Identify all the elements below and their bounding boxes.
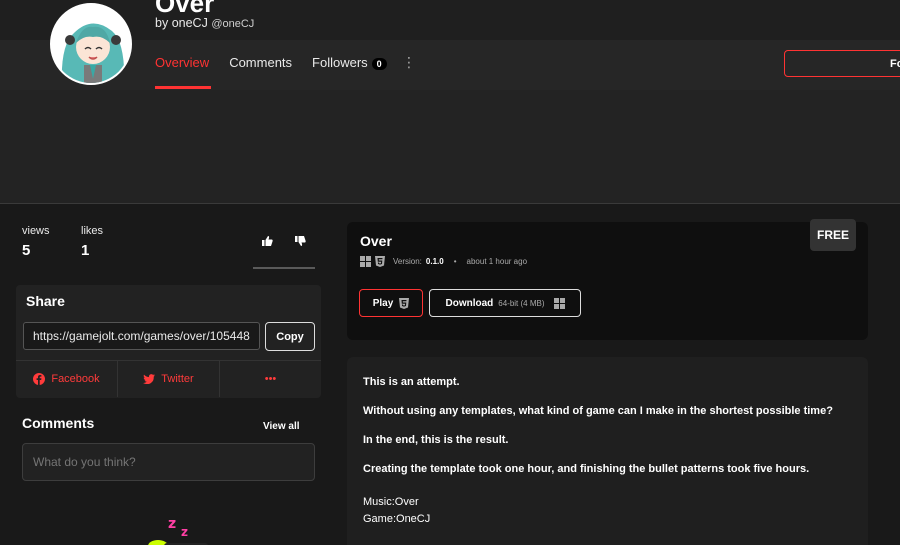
copy-button[interactable]: Copy xyxy=(265,322,315,351)
description-paragraph: Without using any templates, what kind o… xyxy=(363,405,833,417)
share-links: Facebook Twitter ••• xyxy=(16,360,321,397)
author-name-link[interactable]: oneCJ xyxy=(172,16,208,30)
more-share-button[interactable]: ••• xyxy=(220,361,321,397)
twitter-label: Twitter xyxy=(161,373,194,385)
facebook-icon xyxy=(33,373,46,385)
download-label: Download xyxy=(445,297,494,309)
author-byline: by oneCJ @oneCJ xyxy=(155,16,254,30)
sidebar: views 5 likes 1 Share Copy Facebook Twit… xyxy=(0,205,330,545)
description-paragraph: Creating the template took one hour, and… xyxy=(363,463,810,475)
share-title: Share xyxy=(26,293,65,309)
avatar[interactable] xyxy=(50,3,132,85)
facebook-label: Facebook xyxy=(51,373,100,385)
credit-line: Music:Over xyxy=(363,496,419,508)
facebook-share-button[interactable]: Facebook xyxy=(16,361,118,397)
views-label: views xyxy=(22,225,50,237)
download-info: 64-bit (4 MB) xyxy=(498,298,545,308)
html5-icon xyxy=(399,297,410,309)
price-badge: FREE xyxy=(810,219,856,251)
svg-text:z: z xyxy=(168,516,176,532)
game-description: This is an attempt. Without using any te… xyxy=(347,357,868,545)
tab-followers-label: Followers xyxy=(312,55,368,70)
rating-bar xyxy=(253,267,315,269)
twitter-icon xyxy=(143,374,156,384)
author-handle[interactable]: @oneCJ xyxy=(211,18,254,30)
play-button[interactable]: Play xyxy=(359,289,423,317)
version-label: Version: xyxy=(393,257,422,266)
html5-icon xyxy=(375,256,385,267)
ellipsis-icon: ••• xyxy=(264,373,277,385)
twitter-share-button[interactable]: Twitter xyxy=(118,361,220,397)
windows-icon xyxy=(553,297,565,309)
follow-button[interactable]: Fo xyxy=(784,50,900,77)
tab-followers[interactable]: Followers 0 xyxy=(312,55,387,70)
by-prefix: by xyxy=(155,16,169,30)
meta-separator: • xyxy=(453,257,457,266)
active-tab-indicator xyxy=(155,86,211,89)
game-card-title: Over xyxy=(360,233,392,249)
comments-title: Comments xyxy=(22,415,95,431)
windows-icon xyxy=(360,256,371,267)
views-value: 5 xyxy=(22,242,31,259)
share-url-input[interactable] xyxy=(23,322,260,350)
thumbs-up-icon[interactable] xyxy=(261,235,273,250)
likes-value: 1 xyxy=(81,242,90,259)
play-label: Play xyxy=(372,297,394,309)
header-top-band xyxy=(0,0,900,40)
comment-input[interactable] xyxy=(22,443,315,481)
header-banner xyxy=(0,90,900,204)
likes-label: likes xyxy=(81,225,104,237)
tab-overview[interactable]: Overview xyxy=(155,55,209,70)
credit-line: Game:OneCJ xyxy=(363,513,431,525)
game-header: Over by oneCJ @oneCJ Overview Comments F… xyxy=(0,0,900,90)
avatar-image xyxy=(52,5,130,83)
build-meta: Version: 0.1.0 • about 1 hour ago xyxy=(360,256,527,267)
tab-comments[interactable]: Comments xyxy=(229,55,292,70)
download-button[interactable]: Download 64-bit (4 MB) xyxy=(429,289,581,317)
version-number: 0.1.0 xyxy=(425,257,444,266)
followers-count-badge: 0 xyxy=(371,58,387,70)
share-panel: Share Copy Facebook Twitter ••• xyxy=(16,285,321,398)
updated-time: about 1 hour ago xyxy=(466,257,528,266)
description-paragraph: This is an attempt. xyxy=(363,376,460,388)
svg-text:z: z xyxy=(181,525,188,539)
game-nav: Overview Comments Followers 0 xyxy=(155,55,387,70)
views-stat: views 5 xyxy=(22,225,50,259)
credits: Music:Over Game:OneCJ xyxy=(363,494,852,528)
game-info-card: Over Version: 0.1.0 • about 1 hour ago F… xyxy=(347,219,868,340)
likes-stat: likes 1 xyxy=(81,225,103,259)
description-paragraph: In the end, this is the result. xyxy=(363,434,509,446)
thumbs-down-icon[interactable] xyxy=(294,235,306,250)
more-options-icon[interactable]: ⋮ xyxy=(402,54,416,71)
view-all-comments-link[interactable]: View all xyxy=(263,421,300,432)
sleeping-mascot-icon: z z xyxy=(140,510,210,545)
